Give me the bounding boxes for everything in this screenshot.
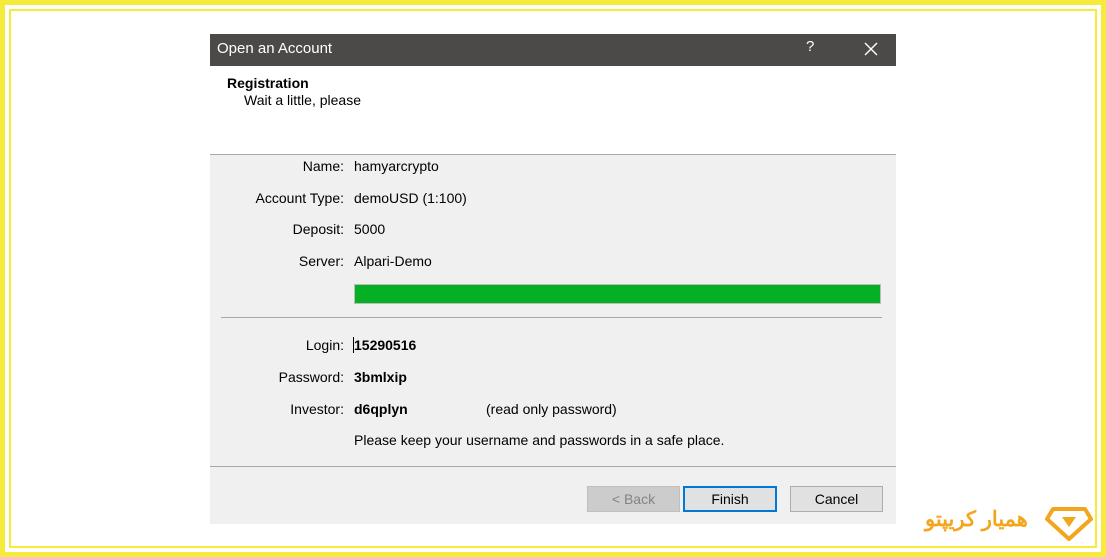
investor-note: (read only password)	[486, 401, 617, 417]
password-value[interactable]: 3bmlxip	[354, 369, 407, 385]
login-label: Login:	[305, 337, 344, 353]
close-icon	[864, 42, 878, 56]
field-label: Deposit:	[292, 221, 344, 237]
brand-text: همیار کریپتو	[925, 508, 1028, 531]
dialog-title: Open an Account	[217, 40, 333, 57]
help-button[interactable]: ?	[806, 38, 814, 55]
login-value[interactable]: 15290516	[354, 337, 416, 353]
field-value: demoUSD (1:100)	[354, 190, 467, 206]
field-value: Alpari-Demo	[354, 253, 432, 269]
header-subtitle: Wait a little, please	[244, 92, 361, 108]
button-divider	[210, 466, 896, 467]
safety-notice: Please keep your username and passwords …	[354, 432, 725, 448]
password-label: Password:	[278, 369, 344, 385]
field-value: 5000	[354, 221, 386, 237]
open-account-dialog: Open an Account ? Registration Wait a li…	[210, 34, 896, 524]
cancel-button[interactable]: Cancel	[790, 486, 883, 512]
finish-button[interactable]: Finish	[683, 486, 777, 512]
diamond-logo-icon	[1045, 507, 1093, 541]
brand-watermark: همیار کریپتو	[925, 503, 1100, 543]
field-label: Name:	[302, 158, 344, 174]
field-label: Account Type:	[255, 190, 344, 206]
progress-fill	[355, 285, 880, 303]
title-bar[interactable]: Open an Account ?	[210, 34, 896, 66]
investor-label: Investor:	[290, 401, 344, 417]
divider	[221, 317, 882, 318]
close-button[interactable]	[856, 36, 886, 62]
back-button[interactable]: < Back	[587, 486, 680, 512]
field-label: Server:	[298, 253, 344, 269]
header-title: Registration	[227, 75, 309, 91]
field-value: hamyarcrypto	[354, 158, 439, 174]
registration-progress-bar	[354, 284, 881, 304]
header-panel: Registration Wait a little, please	[210, 66, 896, 155]
investor-value[interactable]: d6qplyn	[354, 401, 408, 417]
